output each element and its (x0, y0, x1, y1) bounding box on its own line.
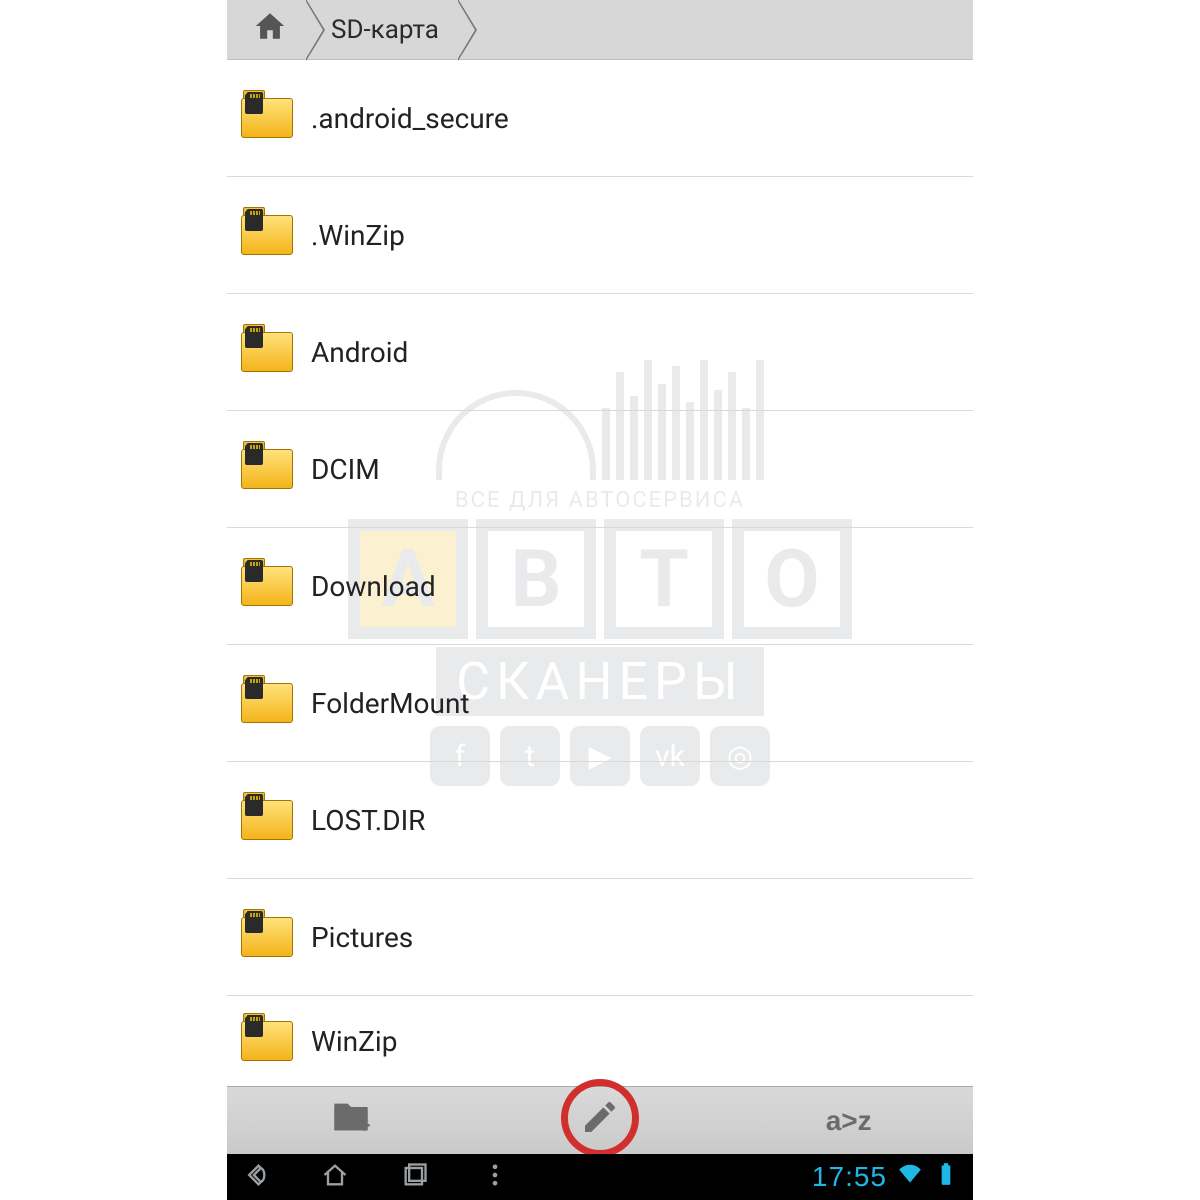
folder-row[interactable]: .WinZip (227, 177, 973, 294)
folder-row[interactable]: .android_secure (227, 60, 973, 177)
new-folder-icon: + (331, 1097, 371, 1145)
recents-button[interactable] (401, 1161, 429, 1193)
pencil-icon (580, 1097, 620, 1145)
folder-name: .WinZip (311, 219, 405, 252)
folder-name: LOST.DIR (311, 804, 425, 837)
folder-name: WinZip (311, 1025, 397, 1058)
sd-folder-icon (241, 330, 293, 374)
folder-row[interactable]: Pictures (227, 879, 973, 996)
folder-name: Android (311, 336, 408, 369)
sd-folder-icon (241, 96, 293, 140)
sd-folder-icon (241, 915, 293, 959)
sd-folder-icon (241, 213, 293, 257)
folder-row[interactable]: FolderMount (227, 645, 973, 762)
folder-list: .android_secure .WinZip Android DCIM Dow… (227, 60, 973, 1086)
svg-text:+: + (360, 1113, 371, 1137)
action-bar: + a>z (227, 1086, 973, 1154)
folder-name: Download (311, 570, 436, 603)
breadcrumb-label: SD-карта (331, 15, 439, 45)
folder-name: .android_secure (311, 102, 509, 135)
sd-folder-icon (241, 681, 293, 725)
file-manager-screen: ВСЕ ДЛЯ АВТОСЕРВИСА АВТО СКАНЕРЫ ft▶vk◎ … (227, 0, 973, 1200)
edit-button[interactable] (476, 1087, 725, 1154)
breadcrumb-current[interactable]: SD-карта (305, 0, 457, 59)
sd-folder-icon (241, 1019, 293, 1063)
battery-icon (933, 1161, 959, 1194)
new-folder-button[interactable]: + (227, 1087, 476, 1154)
breadcrumb-home[interactable] (227, 0, 305, 59)
sort-button[interactable]: a>z (724, 1087, 973, 1154)
sort-az-label: a>z (826, 1105, 872, 1137)
folder-name: Pictures (311, 921, 413, 954)
folder-row[interactable]: Download (227, 528, 973, 645)
breadcrumb-bar: SD-карта (227, 0, 973, 60)
folder-name: DCIM (311, 453, 380, 486)
home-icon (253, 9, 287, 50)
android-nav-bar: 17:55 (227, 1154, 973, 1200)
sd-folder-icon (241, 447, 293, 491)
wifi-icon (897, 1161, 923, 1194)
folder-row[interactable]: WinZip (227, 996, 973, 1086)
folder-row[interactable]: LOST.DIR (227, 762, 973, 879)
folder-name: FolderMount (311, 687, 470, 720)
folder-row[interactable]: DCIM (227, 411, 973, 528)
sd-folder-icon (241, 798, 293, 842)
folder-row[interactable]: Android (227, 294, 973, 411)
back-button[interactable] (241, 1161, 269, 1193)
overflow-button[interactable] (481, 1161, 509, 1193)
home-button[interactable] (321, 1161, 349, 1193)
sd-folder-icon (241, 564, 293, 608)
clock: 17:55 (812, 1161, 887, 1193)
